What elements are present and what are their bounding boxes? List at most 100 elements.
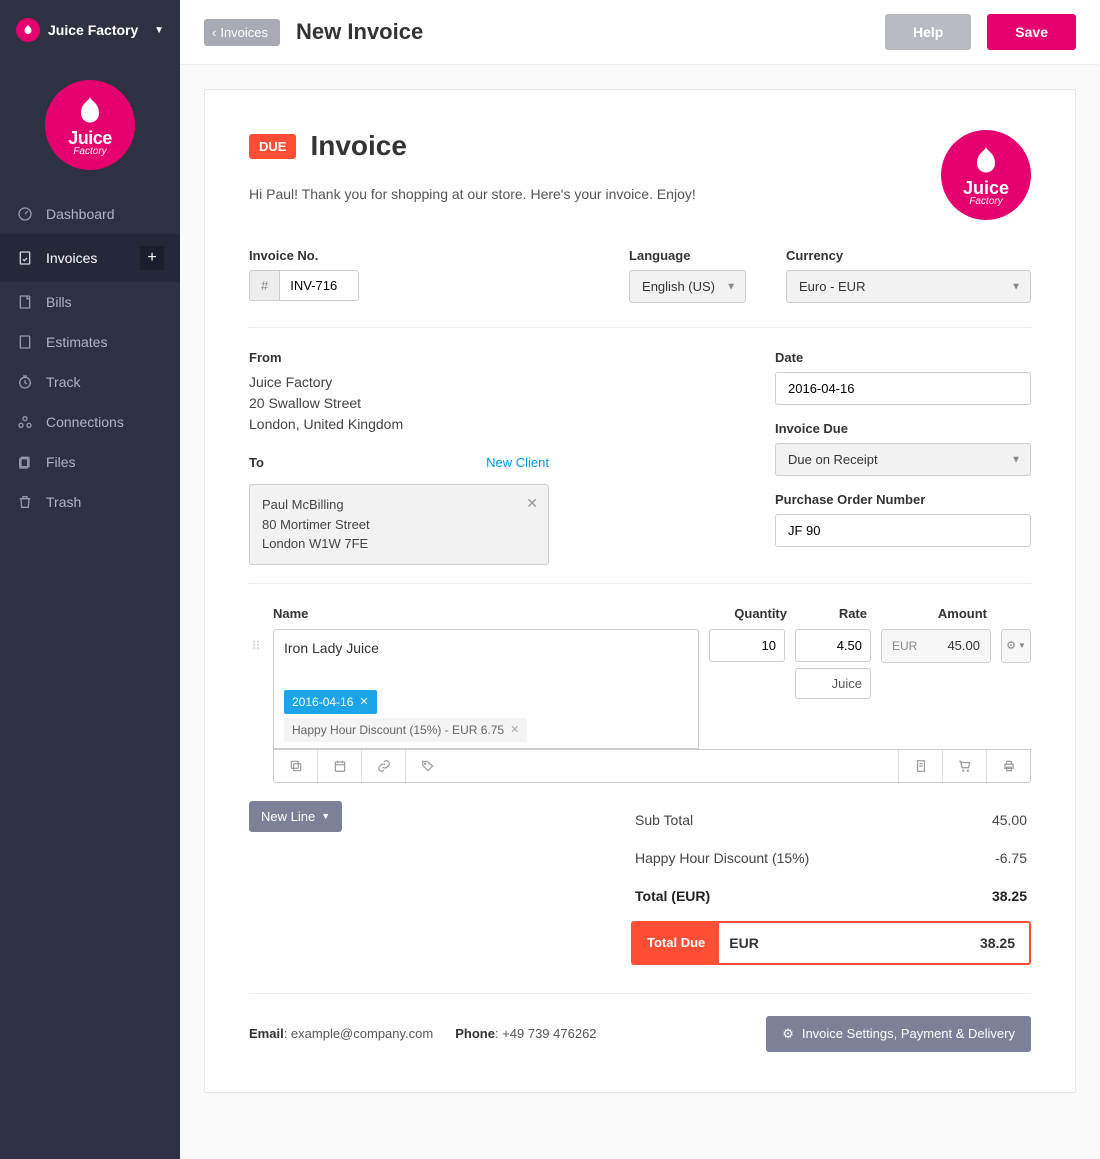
- divider: [249, 583, 1031, 584]
- sidebar-item-estimates[interactable]: Estimates: [0, 322, 180, 362]
- language-select[interactable]: English (US) ▼: [629, 270, 746, 303]
- po-label: Purchase Order Number: [775, 492, 1031, 507]
- topbar: ‹ Invoices New Invoice Help Save: [180, 0, 1100, 65]
- invoice-no-prefix: #: [249, 270, 279, 301]
- chevron-down-icon: ▼: [1018, 641, 1026, 650]
- sidebar-item-bills[interactable]: Bills: [0, 282, 180, 322]
- link-button[interactable]: [362, 750, 406, 782]
- currency-select[interactable]: Euro - EUR ▼: [786, 270, 1031, 303]
- invoice-icon: [16, 250, 34, 266]
- item-discount-tag[interactable]: Happy Hour Discount (15%) - EUR 6.75 ✕: [284, 718, 527, 742]
- invoice-settings-button[interactable]: ⚙ Invoice Settings, Payment & Delivery: [766, 1016, 1031, 1052]
- page-title: New Invoice: [296, 19, 423, 45]
- invoice-card: DUE Invoice Hi Paul! Thank you for shopp…: [204, 89, 1076, 1093]
- back-button[interactable]: ‹ Invoices: [204, 19, 280, 46]
- drag-handle-icon[interactable]: ⠿: [249, 629, 263, 653]
- brand-logo-large: Juice Factory: [0, 60, 180, 194]
- remove-tag-icon[interactable]: ✕: [359, 695, 368, 708]
- calendar-button[interactable]: [318, 750, 362, 782]
- totals-section: Sub Total 45.00 Happy Hour Discount (15%…: [631, 801, 1031, 965]
- footer-contact: Email: example@company.com Phone: +49 73…: [249, 1026, 597, 1041]
- total-due-label: Total Due: [633, 923, 719, 963]
- tag-icon: [421, 759, 435, 773]
- chevron-down-icon: ▼: [321, 811, 330, 821]
- printer-icon: [1002, 759, 1016, 773]
- remove-client-icon[interactable]: ✕: [526, 493, 538, 514]
- item-date-tag[interactable]: 2016-04-16 ✕: [284, 690, 377, 714]
- back-label: Invoices: [220, 25, 268, 40]
- language-value: English (US): [629, 270, 746, 303]
- invoice-no-input[interactable]: [279, 270, 359, 301]
- sidebar-item-files[interactable]: Files: [0, 442, 180, 482]
- status-badge: DUE: [249, 134, 296, 159]
- gear-icon: ⚙: [1006, 639, 1016, 652]
- new-client-link[interactable]: New Client: [486, 455, 549, 470]
- date-label: Date: [775, 350, 1031, 365]
- copy-button[interactable]: [274, 750, 318, 782]
- chevron-left-icon: ‹: [212, 25, 216, 40]
- sidebar-item-track[interactable]: Track: [0, 362, 180, 402]
- calendar-icon: [333, 759, 347, 773]
- sidebar-label: Connections: [46, 414, 124, 430]
- to-label: To: [249, 455, 264, 470]
- total-due-row: Total Due EUR 38.25: [631, 921, 1031, 965]
- item-name-box[interactable]: Iron Lady Juice 2016-04-16 ✕ Happy Hour …: [273, 629, 699, 749]
- remove-tag-icon[interactable]: ✕: [510, 723, 519, 736]
- connections-icon: [16, 414, 34, 430]
- receipt-button[interactable]: [898, 750, 942, 782]
- total-due-currency: EUR: [719, 923, 769, 963]
- currency-value: Euro - EUR: [786, 270, 1031, 303]
- total-due-amount: 38.25: [966, 923, 1029, 963]
- sidebar-label: Trash: [46, 494, 81, 510]
- invoice-due-value: Due on Receipt: [775, 443, 1031, 476]
- rate-input[interactable]: [795, 629, 871, 662]
- line-settings-button[interactable]: ⚙▼: [1001, 629, 1031, 663]
- line-items-header: Name Quantity Rate Amount: [249, 606, 1031, 629]
- clock-icon: [16, 374, 34, 390]
- sidebar-item-connections[interactable]: Connections: [0, 402, 180, 442]
- from-label: From: [249, 350, 549, 365]
- total-label: Total (EUR): [635, 888, 710, 904]
- date-input[interactable]: [775, 372, 1031, 405]
- to-client-box[interactable]: ✕ Paul McBilling 80 Mortimer Street Lond…: [249, 484, 549, 565]
- quantity-input[interactable]: [709, 629, 785, 662]
- line-item-row: ⠿ Iron Lady Juice 2016-04-16 ✕ Happy Hou…: [249, 629, 1031, 749]
- sidebar-item-trash[interactable]: Trash: [0, 482, 180, 522]
- sidebar-label: Track: [46, 374, 80, 390]
- sidebar-item-dashboard[interactable]: Dashboard: [0, 194, 180, 234]
- receipt-icon: [914, 759, 928, 773]
- tag-button[interactable]: [406, 750, 450, 782]
- add-invoice-button[interactable]: +: [140, 246, 164, 270]
- new-line-button[interactable]: New Line ▼: [249, 801, 342, 832]
- from-address: Juice Factory 20 Swallow Street London, …: [249, 372, 549, 435]
- category-select[interactable]: Juice: [795, 668, 871, 699]
- save-button[interactable]: Save: [987, 14, 1076, 50]
- divider: [249, 327, 1031, 328]
- org-logo-icon: [16, 18, 40, 42]
- sidebar-label: Invoices: [46, 250, 97, 266]
- sidebar-label: Dashboard: [46, 206, 115, 222]
- greeting-text: Hi Paul! Thank you for shopping at our s…: [249, 186, 696, 202]
- org-name: Juice Factory: [48, 22, 146, 38]
- copy-icon: [289, 759, 303, 773]
- subtotal-value: 45.00: [992, 812, 1027, 828]
- pear-icon: [968, 144, 1004, 180]
- currency-label: Currency: [786, 248, 1031, 263]
- company-logo: Juice Factory: [941, 130, 1031, 220]
- cart-icon: [958, 759, 972, 773]
- invoice-due-select[interactable]: Due on Receipt ▼: [775, 443, 1031, 476]
- print-button[interactable]: [986, 750, 1030, 782]
- cart-button[interactable]: [942, 750, 986, 782]
- help-button[interactable]: Help: [885, 14, 971, 50]
- estimate-icon: [16, 334, 34, 350]
- pear-icon: [72, 94, 108, 130]
- sidebar-label: Estimates: [46, 334, 107, 350]
- org-selector[interactable]: Juice Factory ▼: [0, 0, 180, 60]
- sidebar-item-invoices[interactable]: Invoices +: [0, 234, 180, 282]
- dashboard-icon: [16, 206, 34, 222]
- po-input[interactable]: [775, 514, 1031, 547]
- sidebar-label: Files: [46, 454, 76, 470]
- sidebar: Juice Factory ▼ Juice Factory Dashboard …: [0, 0, 180, 1159]
- trash-icon: [16, 494, 34, 510]
- chevron-down-icon: ▼: [154, 25, 164, 36]
